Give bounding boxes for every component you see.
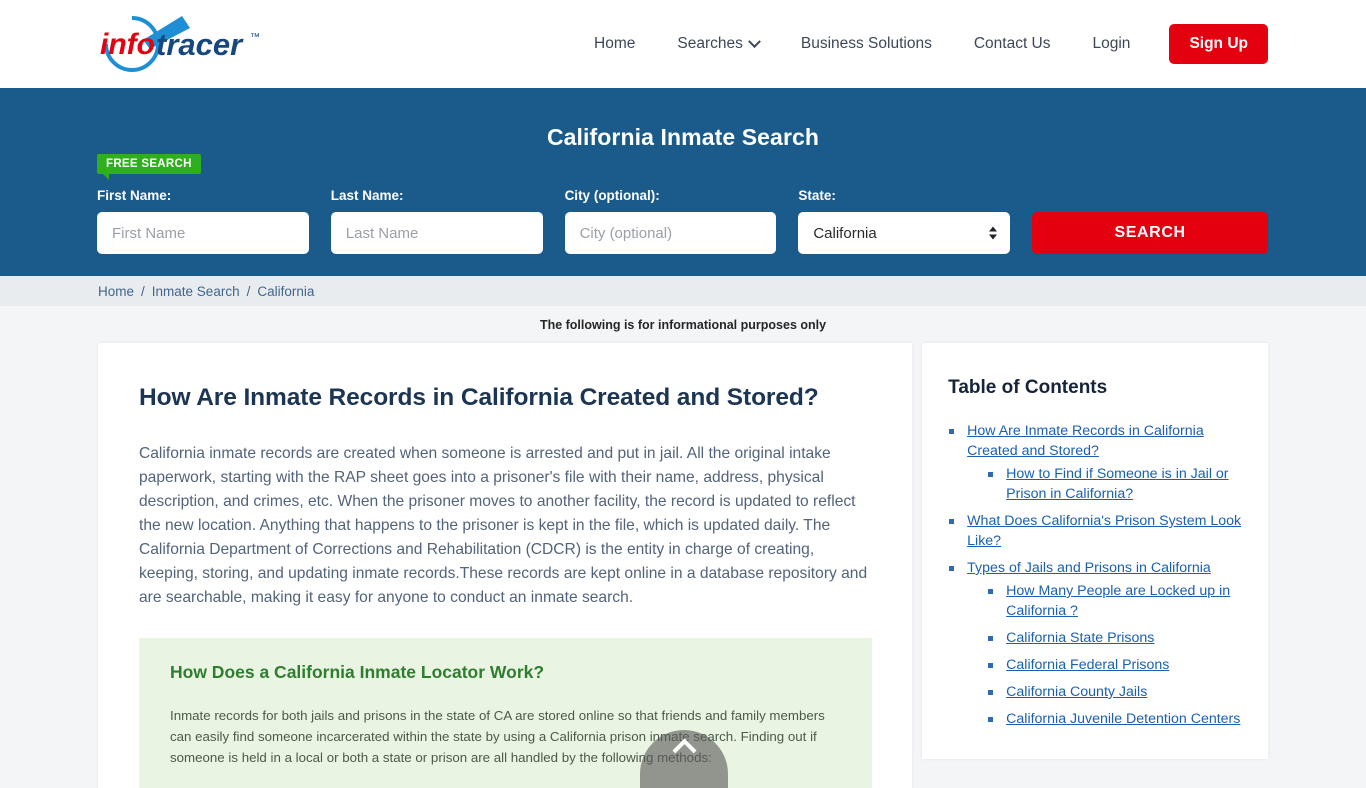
nav-label: Searches bbox=[677, 35, 743, 52]
breadcrumb-separator: / bbox=[141, 283, 145, 299]
toc-subitem: California Federal Prisons bbox=[987, 655, 1244, 675]
site-header: info tracer ™ Home Searches Business Sol… bbox=[0, 0, 1366, 88]
nav-item-login[interactable]: Login bbox=[1072, 35, 1152, 53]
first-name-input[interactable] bbox=[97, 212, 309, 254]
toc-link[interactable]: California Federal Prisons bbox=[1006, 657, 1169, 673]
city-label: City (optional): bbox=[564, 188, 660, 203]
free-search-badge: FREE SEARCH bbox=[97, 154, 201, 180]
toc-subitem: California State Prisons bbox=[987, 628, 1244, 648]
nav-item-home[interactable]: Home bbox=[573, 35, 656, 53]
toc-link[interactable]: What Does California's Prison System Loo… bbox=[967, 513, 1241, 549]
toc-sublist: How Many People are Locked up in Califor… bbox=[967, 581, 1244, 729]
informational-notice: The following is for informational purpo… bbox=[0, 306, 1366, 343]
first-name-field-group: First Name: bbox=[97, 188, 309, 254]
toc-link[interactable]: California County Jails bbox=[1006, 684, 1147, 700]
page-title: California Inmate Search bbox=[546, 124, 820, 150]
article-heading: How Are Inmate Records in California Cre… bbox=[139, 384, 819, 411]
toc-link[interactable]: How to Find if Someone is in Jail or Pri… bbox=[1006, 466, 1228, 502]
nav-label: Business Solutions bbox=[800, 35, 932, 52]
chevron-down-icon bbox=[747, 34, 761, 48]
last-name-input[interactable] bbox=[330, 212, 543, 254]
state-select-wrap: California bbox=[798, 212, 1011, 254]
logo-trademark: ™ bbox=[250, 32, 260, 43]
inmate-search-band: California Inmate Search FREE SEARCH Fir… bbox=[0, 88, 1366, 276]
state-select[interactable]: California bbox=[798, 212, 1011, 254]
chevron-up-icon bbox=[671, 738, 697, 763]
nav-label: Login bbox=[1092, 35, 1131, 52]
toc-subitem: California County Jails bbox=[987, 682, 1244, 702]
breadcrumb-item-inmate-search[interactable]: Inmate Search bbox=[152, 284, 240, 299]
sign-up-button[interactable]: Sign Up bbox=[1169, 24, 1268, 64]
toc-item: What Does California's Prison System Loo… bbox=[948, 511, 1244, 551]
callout-heading: How Does a California Inmate Locator Wor… bbox=[170, 661, 545, 682]
nav-label: Contact Us bbox=[973, 35, 1051, 52]
state-field-group: State: California bbox=[798, 188, 1011, 254]
nav-item-searches[interactable]: Searches bbox=[656, 34, 779, 53]
toc-item: How Are Inmate Records in California Cre… bbox=[948, 421, 1244, 504]
city-field-group: City (optional): bbox=[564, 188, 777, 254]
search-button[interactable]: SEARCH bbox=[1032, 212, 1269, 254]
last-name-label: Last Name: bbox=[330, 188, 404, 203]
toc-link[interactable]: How Many People are Locked up in Califor… bbox=[1006, 583, 1230, 619]
toc-list: How Are Inmate Records in California Cre… bbox=[948, 421, 1244, 729]
nav-label: Home bbox=[594, 35, 636, 52]
main-content: How Are Inmate Records in California Cre… bbox=[0, 343, 1366, 788]
article-paragraph: California inmate records are created wh… bbox=[139, 444, 868, 606]
article-card: How Are Inmate Records in California Cre… bbox=[98, 343, 913, 788]
main-navigation: Home Searches Business Solutions Contact… bbox=[573, 0, 1268, 88]
toc-item: Types of Jails and Prisons in California… bbox=[948, 558, 1244, 729]
toc-subitem: How Many People are Locked up in Califor… bbox=[987, 581, 1244, 621]
breadcrumb: Home / Inmate Search / California bbox=[0, 276, 1366, 306]
logo-text-tracer: tracer bbox=[156, 27, 244, 62]
table-of-contents-card: Table of Contents How Are Inmate Records… bbox=[922, 343, 1268, 759]
breadcrumb-separator: / bbox=[246, 283, 251, 299]
toc-link[interactable]: California State Prisons bbox=[1006, 630, 1154, 646]
nav-item-business-solutions[interactable]: Business Solutions bbox=[780, 35, 953, 53]
toc-subitem: How to Find if Someone is in Jail or Pri… bbox=[987, 464, 1244, 504]
breadcrumb-item-california[interactable]: California bbox=[257, 284, 314, 299]
breadcrumb-item-home[interactable]: Home bbox=[98, 284, 134, 299]
city-input[interactable] bbox=[564, 212, 777, 254]
state-label: State: bbox=[798, 188, 836, 203]
infotracer-logo[interactable]: info tracer ™ bbox=[98, 14, 278, 74]
free-search-badge-wrap: FREE SEARCH bbox=[97, 154, 201, 180]
toc-sublist: How to Find if Someone is in Jail or Pri… bbox=[967, 464, 1244, 504]
inmate-locator-callout: How Does a California Inmate Locator Wor… bbox=[139, 637, 873, 788]
inmate-search-form: First Name: Last Name: City (optional): … bbox=[97, 188, 1269, 254]
toc-link[interactable]: How Are Inmate Records in California Cre… bbox=[967, 423, 1204, 459]
nav-item-contact-us[interactable]: Contact Us bbox=[953, 35, 1072, 53]
logo-icon: info tracer ™ bbox=[100, 16, 260, 72]
logo-text-info: info bbox=[100, 28, 155, 61]
toc-link[interactable]: Types of Jails and Prisons in California bbox=[967, 560, 1211, 576]
toc-link[interactable]: California Juvenile Detention Centers bbox=[1006, 711, 1240, 727]
toc-heading: Table of Contents bbox=[948, 377, 1108, 398]
callout-paragraph: Inmate records for both jails and prison… bbox=[170, 707, 825, 765]
last-name-field-group: Last Name: bbox=[330, 188, 543, 254]
toc-subitem: California Juvenile Detention Centers bbox=[987, 709, 1244, 729]
first-name-label: First Name: bbox=[97, 188, 172, 203]
